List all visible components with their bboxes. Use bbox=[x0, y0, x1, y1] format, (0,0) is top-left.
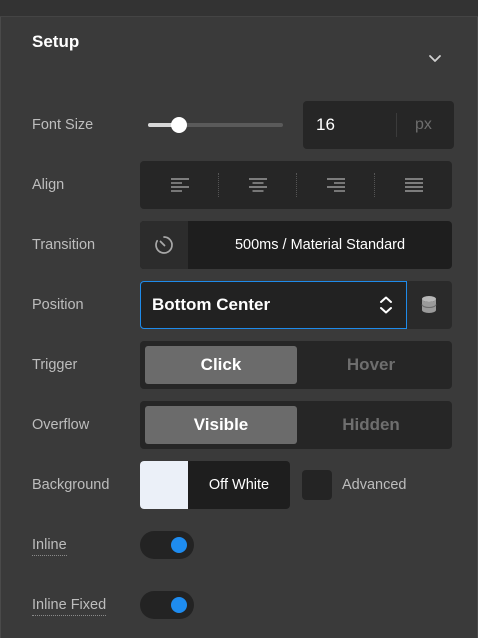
position-label: Position bbox=[32, 297, 84, 313]
advanced-label[interactable]: Advanced bbox=[342, 477, 407, 493]
font-size-input[interactable]: 16 px bbox=[303, 101, 454, 149]
position-value: Bottom Center bbox=[152, 295, 271, 314]
advanced-checkbox[interactable] bbox=[302, 470, 332, 500]
trigger-hover-option[interactable]: Hover bbox=[295, 346, 447, 384]
chevron-down-icon[interactable] bbox=[428, 52, 442, 66]
align-label: Align bbox=[32, 177, 65, 193]
overflow-label: Overflow bbox=[32, 417, 90, 433]
align-left-icon bbox=[171, 178, 189, 192]
background-label: Background bbox=[32, 477, 110, 493]
align-group bbox=[140, 161, 452, 209]
align-right-icon bbox=[327, 178, 345, 192]
transition-value: 500ms / Material Standard bbox=[234, 237, 406, 253]
slider-thumb[interactable] bbox=[171, 117, 188, 133]
font-size-unit[interactable]: px bbox=[415, 116, 432, 134]
background-color-name: Off White bbox=[208, 477, 270, 493]
toggle-knob bbox=[171, 597, 187, 613]
font-size-slider[interactable] bbox=[148, 117, 283, 133]
trigger-toggle: Click Hover bbox=[140, 341, 452, 389]
align-justify-icon bbox=[405, 178, 423, 192]
transition-icon-button[interactable] bbox=[140, 221, 188, 269]
position-select[interactable]: Bottom Center bbox=[140, 281, 407, 329]
align-center-button[interactable] bbox=[218, 161, 296, 209]
font-size-label: Font Size bbox=[32, 117, 94, 133]
font-size-value[interactable]: 16 bbox=[316, 115, 335, 135]
color-swatch[interactable] bbox=[140, 461, 188, 509]
transition-label: Transition bbox=[32, 237, 96, 253]
inline-fixed-toggle[interactable] bbox=[140, 591, 194, 619]
up-down-arrows-icon bbox=[380, 296, 392, 314]
toggle-knob bbox=[171, 537, 187, 553]
inline-fixed-label-wrap: Inline Fixed bbox=[32, 597, 107, 616]
inline-label-wrap: Inline bbox=[32, 537, 67, 556]
trigger-click-option[interactable]: Click bbox=[145, 346, 297, 384]
align-justify-button[interactable] bbox=[374, 161, 452, 209]
section-title: Setup bbox=[32, 32, 80, 51]
trigger-label: Trigger bbox=[32, 357, 78, 373]
dynamic-data-button[interactable] bbox=[407, 281, 452, 329]
inline-toggle[interactable] bbox=[140, 531, 194, 559]
overflow-toggle: Visible Hidden bbox=[140, 401, 452, 449]
unit-divider bbox=[396, 113, 397, 137]
overflow-visible-option[interactable]: Visible bbox=[145, 406, 297, 444]
align-center-icon bbox=[249, 178, 267, 192]
overflow-hidden-option[interactable]: Hidden bbox=[295, 406, 447, 444]
inline-label: Inline bbox=[32, 537, 67, 556]
background-color-picker[interactable]: Off White bbox=[140, 461, 290, 509]
database-icon bbox=[421, 296, 437, 313]
align-left-button[interactable] bbox=[140, 161, 218, 209]
timer-icon bbox=[155, 236, 173, 254]
top-strip bbox=[0, 0, 478, 17]
align-right-button[interactable] bbox=[296, 161, 374, 209]
inline-fixed-label: Inline Fixed bbox=[32, 597, 107, 616]
transition-selector[interactable]: 500ms / Material Standard bbox=[140, 221, 452, 269]
